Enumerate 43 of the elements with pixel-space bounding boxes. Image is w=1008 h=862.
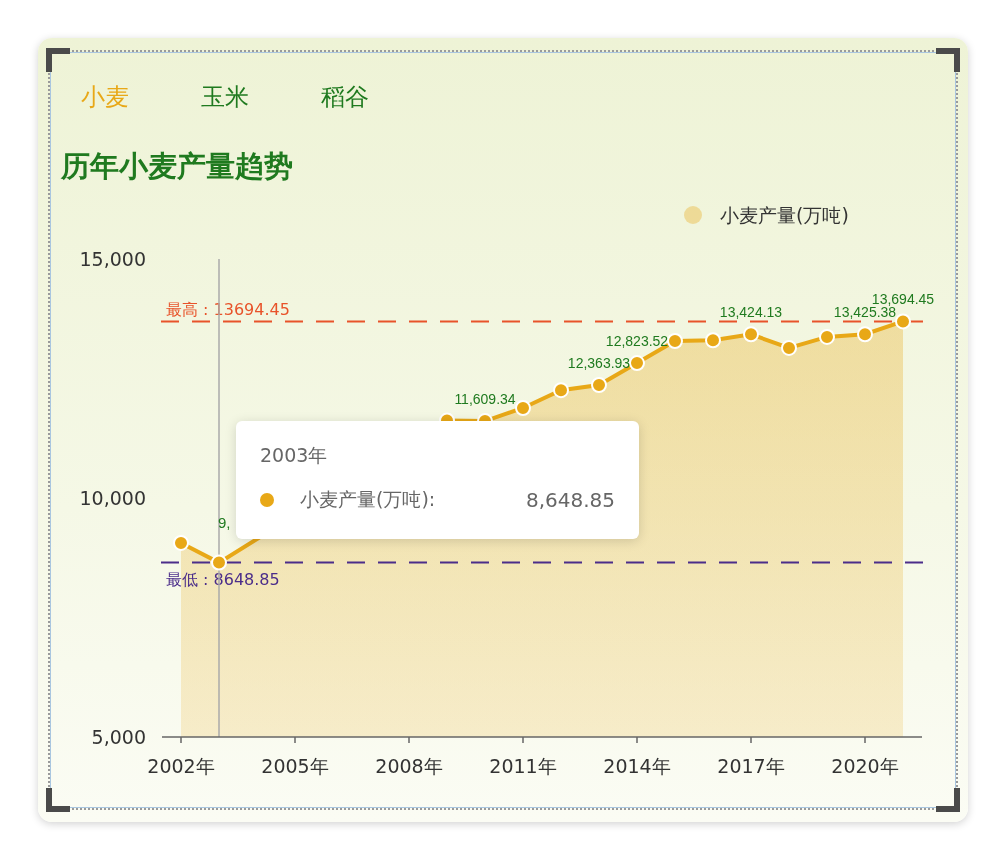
corner-bracket <box>936 48 960 72</box>
data-point[interactable] <box>667 333 683 349</box>
data-point[interactable] <box>515 400 531 416</box>
reference-label: 最低 : 8648.85 <box>166 569 280 589</box>
data-point[interactable] <box>591 377 607 393</box>
data-point[interactable] <box>629 355 645 372</box>
corner-bracket <box>936 788 960 812</box>
tooltip-series: 小麦产量(万吨): <box>300 487 436 512</box>
y-axis-label: 10,000 <box>79 487 146 509</box>
data-label: 12,823.52 <box>605 333 669 350</box>
data-point[interactable] <box>857 326 873 343</box>
data-label: 12,363.93 <box>567 355 631 371</box>
crop-tab[interactable]: 玉米 <box>201 81 249 113</box>
corner-bracket <box>46 788 70 812</box>
data-point[interactable] <box>819 328 835 345</box>
tooltip-title: 2003年 <box>260 443 329 468</box>
x-axis-label: 2017年 <box>717 755 785 777</box>
legend-label: 小麦产量(万吨) <box>720 204 849 226</box>
crop-tab[interactable]: 稻谷 <box>321 81 369 113</box>
x-axis-label: 2011年 <box>489 755 557 777</box>
legend-item[interactable]: 小麦产量(万吨) <box>684 204 849 226</box>
reference-label: 最高 : 13694.45 <box>166 300 290 320</box>
data-point[interactable] <box>781 339 797 356</box>
corner-bracket <box>46 48 70 72</box>
data-point[interactable] <box>553 382 569 399</box>
series-dot-icon <box>260 493 274 507</box>
tooltip-value: 8,648.85 <box>525 488 615 512</box>
data-label: 9, <box>218 514 231 531</box>
x-axis-label: 2020年 <box>831 755 899 777</box>
x-axis-label: 2008年 <box>375 755 443 777</box>
x-axis-label: 2005年 <box>261 755 329 777</box>
y-axis-label: 15,000 <box>79 248 146 270</box>
y-axis-label: 5,000 <box>91 726 146 748</box>
data-point[interactable] <box>211 554 227 571</box>
x-axis-label: 2014年 <box>603 755 671 777</box>
data-point[interactable] <box>173 534 189 551</box>
data-point[interactable] <box>705 332 721 349</box>
data-label: 13,424.13 <box>719 304 783 321</box>
data-point[interactable] <box>743 326 759 343</box>
chart-title: 历年小麦产量趋势 <box>61 148 294 185</box>
data-label: 11,609.34 <box>454 391 516 408</box>
data-point[interactable] <box>895 313 911 330</box>
x-axis-label: 2002年 <box>147 755 215 777</box>
